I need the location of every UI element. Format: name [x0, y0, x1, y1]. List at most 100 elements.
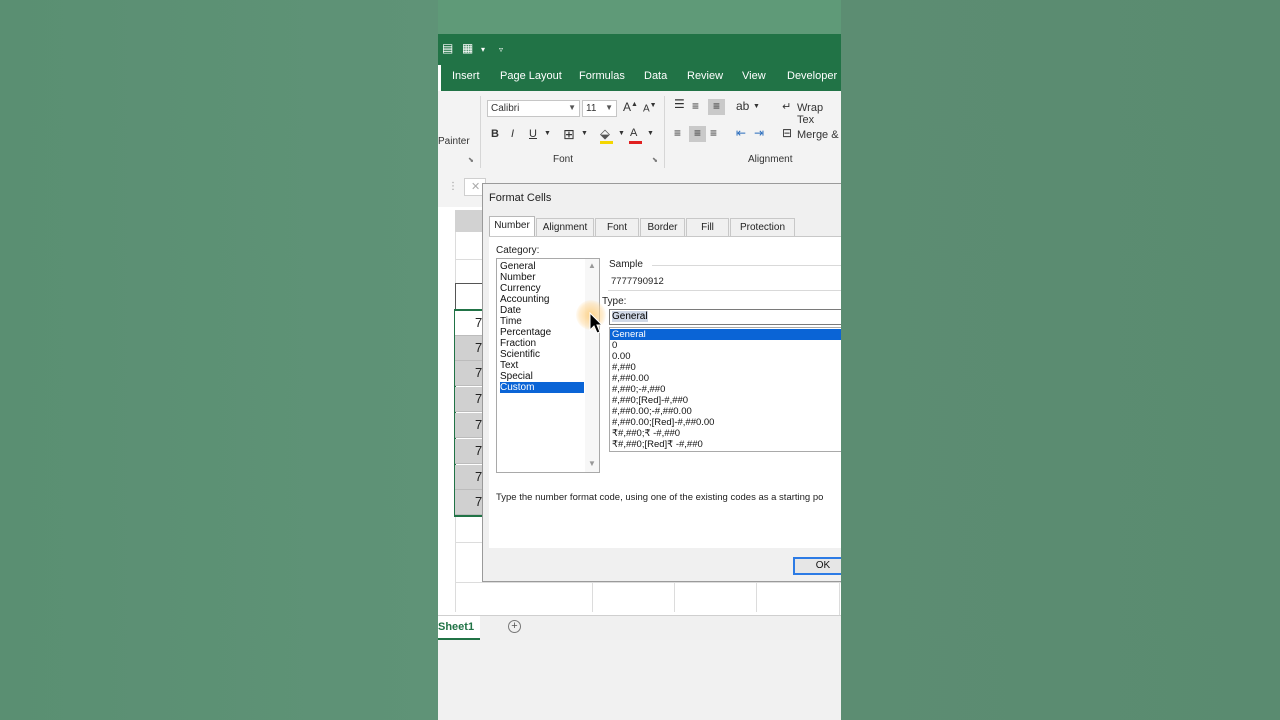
tab-border[interactable]: Border — [640, 218, 685, 236]
number-tab-panel: Category: General Number Currency Accoun… — [489, 236, 841, 548]
category-item[interactable]: Time — [500, 316, 584, 327]
type-item[interactable]: ₹#,##0;₹ -#,##0 — [610, 428, 841, 439]
cell[interactable]: 7 — [455, 439, 485, 464]
form-icon[interactable]: ▤ — [442, 42, 453, 54]
chevron-down-icon[interactable]: ▼ — [544, 130, 551, 137]
cell[interactable]: 7 — [455, 336, 485, 361]
align-left-icon[interactable]: ≡ — [674, 126, 681, 140]
cell[interactable]: 7 — [455, 387, 485, 412]
decrease-indent-icon[interactable]: ⇤ — [736, 126, 746, 140]
type-input-value: General — [612, 311, 648, 322]
tab-page-layout[interactable]: Page Layout — [500, 70, 562, 82]
chevron-down-icon[interactable]: ▾ — [481, 44, 485, 56]
cell[interactable]: 7 — [455, 361, 485, 386]
format-hint-text: Type the number format code, using one o… — [496, 492, 824, 503]
tab-insert[interactable]: Insert — [452, 70, 480, 82]
font-color-button[interactable]: A — [630, 127, 637, 139]
column-header[interactable] — [455, 210, 485, 232]
category-item[interactable]: Number — [500, 272, 584, 283]
type-item[interactable]: #,##0;-#,##0 — [610, 384, 841, 395]
video-top-band — [438, 0, 841, 34]
type-item[interactable]: #,##0 — [610, 362, 841, 373]
font-name-combo[interactable]: Calibri ▼ — [487, 100, 580, 117]
merge-center-button[interactable]: Merge & — [797, 129, 839, 141]
chevron-down-icon[interactable]: ▼ — [753, 103, 760, 110]
align-right-icon[interactable]: ≡ — [710, 126, 717, 140]
type-item[interactable]: ₹#,##0;[Red]₹ -#,##0 — [610, 439, 841, 450]
customize-toolbar-icon[interactable]: ▿ — [499, 44, 503, 56]
cell[interactable]: 7 — [455, 413, 485, 438]
type-item[interactable]: #,##0.00 — [610, 373, 841, 384]
type-item[interactable]: 0.00 — [610, 351, 841, 362]
category-item-selected[interactable]: Custom — [500, 382, 584, 393]
chevron-down-icon[interactable]: ▼ — [618, 130, 625, 137]
category-item[interactable]: Special — [500, 371, 584, 382]
category-item[interactable]: Accounting — [500, 294, 584, 305]
category-item[interactable]: Fraction — [500, 338, 584, 349]
ok-button[interactable]: OK — [793, 557, 841, 575]
type-item[interactable]: #,##0.00;[Red]-#,##0.00 — [610, 417, 841, 428]
tab-protection[interactable]: Protection — [730, 218, 795, 236]
underline-button[interactable]: U — [529, 128, 537, 140]
shrink-font-icon: A — [643, 103, 650, 115]
type-item[interactable]: #,##0;[Red]-#,##0 — [610, 395, 841, 406]
increase-indent-icon[interactable]: ⇥ — [754, 126, 764, 140]
category-scrollbar[interactable]: ▲ ▼ — [585, 259, 599, 472]
middle-align-icon[interactable]: ≡ — [692, 99, 699, 113]
category-item[interactable]: Date — [500, 305, 584, 316]
clipboard-launcher-icon[interactable]: ⬊ — [468, 156, 474, 164]
wrap-text-button[interactable]: Wrap Tex — [797, 102, 841, 126]
tab-font[interactable]: Font — [595, 218, 639, 236]
italic-button[interactable]: I — [511, 128, 514, 140]
tab-review[interactable]: Review — [687, 70, 723, 82]
cell[interactable]: 7 — [455, 465, 485, 490]
category-item[interactable]: Scientific — [500, 349, 584, 360]
font-color-swatch — [629, 141, 642, 144]
add-sheet-icon[interactable]: + — [508, 620, 521, 633]
type-item[interactable]: #,##0.00;-#,##0.00 — [610, 406, 841, 417]
type-item[interactable]: 0 — [610, 340, 841, 351]
type-input[interactable]: General — [609, 309, 841, 325]
category-item[interactable]: Currency — [500, 283, 584, 294]
bold-button[interactable]: B — [491, 128, 499, 140]
type-item-selected[interactable]: General — [610, 329, 841, 340]
tab-developer[interactable]: Developer — [787, 70, 837, 82]
borders-icon[interactable]: ⊞ — [563, 126, 575, 143]
category-item[interactable]: General — [500, 261, 584, 272]
align-center-icon[interactable]: ≡ — [689, 126, 706, 142]
grow-font-button[interactable]: A▲ — [623, 100, 638, 114]
orientation-icon[interactable]: ab — [736, 99, 749, 113]
font-launcher-icon[interactable]: ⬊ — [652, 156, 658, 164]
tab-alignment[interactable]: Alignment — [536, 218, 594, 236]
chevron-down-icon[interactable]: ▼ — [581, 130, 588, 137]
type-list[interactable]: General 0 0.00 #,##0 #,##0.00 #,##0;-#,#… — [609, 327, 841, 452]
sample-label: Sample — [609, 259, 643, 270]
wrap-text-icon[interactable]: ↵ — [782, 100, 791, 113]
chevron-down-icon: ▼ — [605, 103, 613, 112]
top-align-icon[interactable]: ☰ — [674, 97, 685, 111]
tab-formulas[interactable]: Formulas — [579, 70, 625, 82]
format-painter-label[interactable]: Painter — [438, 136, 470, 147]
chevron-up-icon[interactable]: ▲ — [588, 261, 596, 270]
fill-color-icon[interactable]: ⬙ — [600, 126, 610, 142]
chevron-down-icon[interactable]: ▼ — [647, 130, 654, 137]
chevron-down-icon[interactable]: ▼ — [588, 459, 596, 468]
sample-value: 7777790912 — [611, 276, 664, 287]
cell[interactable]: 7 — [455, 311, 485, 336]
font-size-combo[interactable]: 11 ▼ — [582, 100, 617, 117]
category-item[interactable]: Text — [500, 360, 584, 371]
table-icon[interactable]: ▦ — [462, 42, 473, 54]
category-list[interactable]: General Number Currency Accounting Date … — [496, 258, 600, 473]
sheet-tab-sheet1[interactable]: Sheet1 — [438, 616, 480, 640]
category-label: Category: — [496, 245, 540, 256]
merge-icon[interactable]: ⊟ — [782, 126, 792, 140]
bottom-align-icon[interactable]: ≡ — [708, 99, 725, 115]
shrink-font-button[interactable]: A▼ — [643, 102, 657, 114]
tab-data[interactable]: Data — [644, 70, 667, 82]
category-item[interactable]: Percentage — [500, 327, 584, 338]
tab-number[interactable]: Number — [489, 216, 535, 236]
cell[interactable]: 7 — [455, 490, 485, 515]
tab-view[interactable]: View — [742, 70, 766, 82]
header-cell[interactable] — [455, 283, 485, 310]
tab-fill[interactable]: Fill — [686, 218, 729, 236]
